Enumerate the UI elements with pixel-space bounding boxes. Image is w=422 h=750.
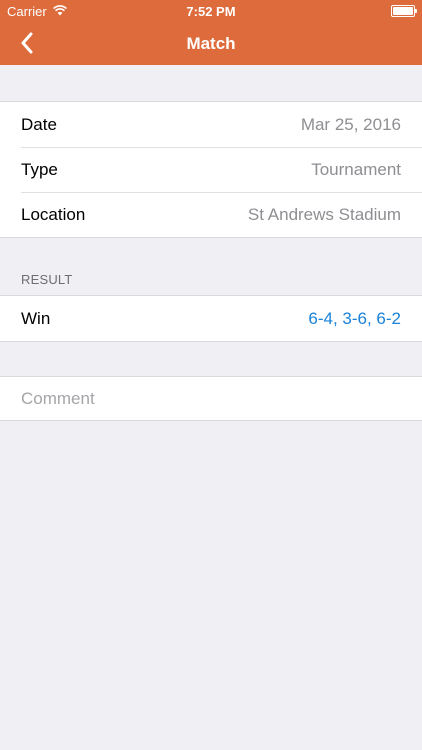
status-time: 7:52 PM <box>186 4 236 19</box>
type-row[interactable]: Type Tournament <box>0 147 422 192</box>
location-label: Location <box>21 204 86 224</box>
status-bar: Carrier 7:52 PM <box>0 0 422 22</box>
navigation-bar: Match <box>0 22 422 65</box>
date-label: Date <box>21 114 57 134</box>
location-value: St Andrews Stadium <box>247 204 401 224</box>
details-group: Date Mar 25, 2016 Type Tournament Locati… <box>0 101 422 238</box>
result-score[interactable]: 6-4, 3-6, 6-2 <box>308 309 401 329</box>
page-title: Match <box>186 34 236 53</box>
battery-icon <box>391 5 417 17</box>
comment-group <box>0 376 422 421</box>
result-group: Win 6-4, 3-6, 6-2 <box>0 295 422 342</box>
top-bar: Carrier 7:52 PM Match <box>0 0 422 65</box>
date-value: Mar 25, 2016 <box>300 114 401 134</box>
result-row[interactable]: Win 6-4, 3-6, 6-2 <box>0 296 422 341</box>
location-row[interactable]: Location St Andrews Stadium <box>0 192 422 237</box>
date-row[interactable]: Date Mar 25, 2016 <box>0 102 422 147</box>
comment-field[interactable] <box>0 377 422 420</box>
type-value: Tournament <box>311 159 401 179</box>
result-section-header: RESULT <box>21 272 73 287</box>
result-label: Win <box>21 308 51 328</box>
type-label: Type <box>21 159 58 179</box>
